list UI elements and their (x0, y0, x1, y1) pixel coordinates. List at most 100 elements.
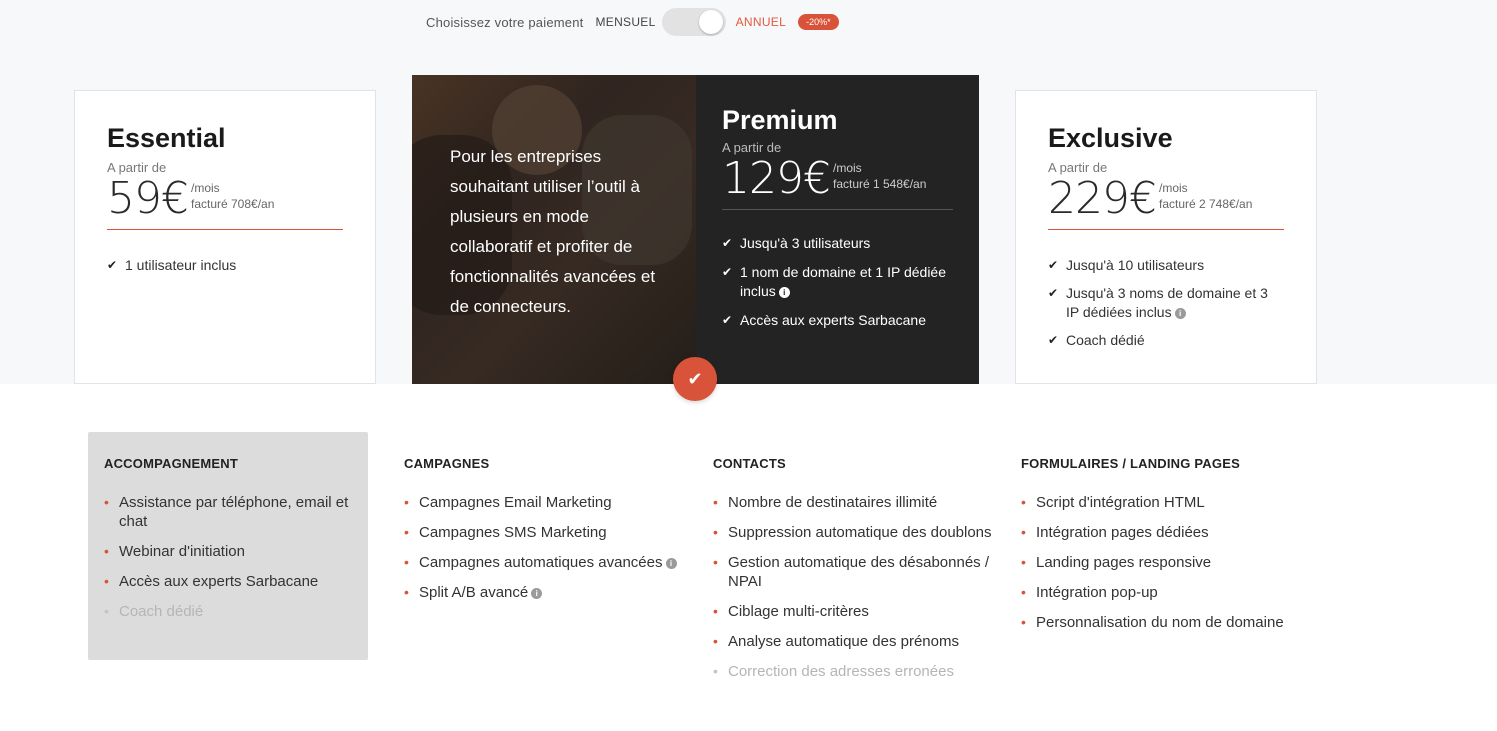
feature-item: ✔ 1 nom de domaine et 1 IP dédiée inclus i (722, 263, 953, 301)
check-icon: ✔ (1048, 286, 1059, 300)
feature-text: 1 utilisateur inclus (125, 257, 237, 273)
plan-card-premium[interactable]: Pour les entreprises souhaitant utiliser… (412, 75, 979, 384)
list-item-text: Campagnes SMS Marketing (419, 524, 607, 541)
premium-description: Pour les entreprises souhaitant utiliser… (450, 147, 656, 316)
list-item-text: Webinar d'initiation (119, 543, 245, 560)
check-icon: ✔ (1048, 333, 1059, 347)
bullet-icon: • (104, 494, 109, 510)
feature-text: 1 nom de domaine et 1 IP dédiée inclus i (740, 263, 953, 301)
discount-badge: -20%* (798, 14, 839, 30)
list-item: • Webinar d'initiation (104, 542, 352, 561)
info-icon[interactable]: i (531, 587, 543, 599)
bullet-icon: • (404, 554, 409, 570)
list-item: • Personnalisation du nom de domaine (1021, 613, 1301, 632)
premium-team-photo: Pour les entreprises souhaitant utiliser… (412, 75, 696, 384)
price-billed: facturé 708€/an (190, 197, 275, 211)
annual-option[interactable]: ANNUEL (736, 15, 786, 29)
list-item-text: Accès aux experts Sarbacane (119, 573, 319, 590)
section-title: CONTACTS (713, 456, 786, 471)
info-icon[interactable]: i (665, 557, 677, 569)
list-item-text: Campagnes automatiques avancées i (419, 553, 677, 572)
selected-plan-check-icon[interactable]: ✔ (673, 357, 717, 401)
list-item: • Suppression automatique des doublons (713, 523, 993, 542)
plan-name: Essential (107, 123, 226, 153)
feature-text: Jusqu'à 3 noms de domaine et 3 IP dédiée… (1066, 284, 1284, 322)
list-item-disabled: • Correction des adresses erronées (713, 662, 993, 681)
bullet-icon: • (713, 524, 718, 540)
list-item: • Nombre de destinataires illimité (713, 493, 993, 512)
bullet-icon: • (1021, 614, 1026, 630)
info-icon[interactable]: i (1174, 307, 1186, 319)
feature-text: Coach dédié (1066, 332, 1145, 348)
list-item-text-part: Campagnes automatiques avancées (419, 554, 663, 571)
plan-card-essential[interactable]: Essential A partir de 59€ /mois facturé … (74, 90, 376, 384)
bullet-icon: • (104, 603, 109, 619)
price-divider (722, 209, 953, 210)
list-item: • Intégration pages dédiées (1021, 523, 1301, 542)
bullet-icon: • (1021, 494, 1026, 510)
section-campagnes: CAMPAGNES • Campagnes Email Marketing • Ca… (404, 432, 684, 613)
list-item: • Ciblage multi-critères (713, 602, 993, 621)
list-item: • Analyse automatique des prénoms (713, 632, 993, 651)
list-item: • Gestion automatique des désabonnés / NP… (713, 553, 993, 591)
monthly-option[interactable]: MENSUEL (595, 15, 655, 29)
list-item-text: Assistance par téléphone, email et chat (119, 494, 349, 530)
list-item-text: Suppression automatique des doublons (728, 524, 992, 541)
price-meta: /mois facturé 1 548€/an (833, 160, 926, 192)
plan-price: 129€ (722, 153, 831, 204)
bullet-icon: • (713, 494, 718, 510)
price-period: /mois (1158, 181, 1188, 195)
list-item: • Campagnes SMS Marketing (404, 523, 684, 542)
price-period: /mois (190, 181, 220, 195)
bullet-icon: • (104, 573, 109, 589)
price-billed: facturé 1 548€/an (832, 177, 927, 191)
list-item-text: Coach dédié (119, 603, 204, 620)
plan-price: 59€ (107, 173, 189, 224)
feature-text: Jusqu'à 3 utilisateurs (740, 235, 871, 251)
price-meta: /mois facturé 708€/an (191, 180, 274, 212)
list-item: • Split A/B avancé i (404, 583, 684, 602)
plan-card-exclusive[interactable]: Exclusive A partir de 229€ /mois facturé… (1015, 90, 1317, 384)
list-item-text-part: Split A/B avancé (419, 584, 529, 601)
section-list: • Script d'intégration HTML • Intégration … (1021, 493, 1301, 632)
list-item-text: Gestion automatique des désabonnés / NPA… (728, 554, 990, 590)
section-list: • Campagnes Email Marketing • Campagnes SM… (404, 493, 684, 602)
section-formulaires: FORMULAIRES / LANDING PAGES • Script d'in… (1021, 432, 1301, 643)
section-list: • Nombre de destinataires illimité • Suppr… (713, 493, 993, 681)
list-item-text: Intégration pages dédiées (1036, 524, 1209, 541)
price-period: /mois (832, 161, 862, 175)
plan-price: 229€ (1048, 173, 1157, 224)
list-item: • Landing pages responsive (1021, 553, 1301, 572)
feature-item: ✔ Accès aux experts Sarbacane (722, 311, 953, 330)
billing-switch-knob[interactable] (698, 10, 723, 34)
list-item-text: Personnalisation du nom de domaine (1036, 614, 1284, 631)
section-title: ACCOMPAGNEMENT (104, 456, 238, 471)
feature-item: ✔ Jusqu'à 10 utilisateurs (1048, 256, 1284, 275)
plan-features: ✔ Jusqu'à 10 utilisateurs ✔ Jusqu'à 3 noms… (1048, 256, 1284, 350)
list-item: • Script d'intégration HTML (1021, 493, 1301, 512)
info-icon[interactable]: i (778, 286, 790, 298)
bullet-icon: • (104, 543, 109, 559)
plan-name: Exclusive (1048, 123, 1173, 153)
billing-label: Choisissez votre paiement (426, 14, 584, 30)
list-item-text: Correction des adresses erronées (728, 663, 954, 680)
list-item-text: Ciblage multi-critères (728, 603, 869, 620)
feature-text: Accès aux experts Sarbacane (740, 312, 926, 328)
plan-features: ✔ Jusqu'à 3 utilisateurs ✔ 1 nom de domain… (722, 234, 953, 330)
feature-item: ✔ Jusqu'à 3 noms de domaine et 3 IP dédié… (1048, 284, 1284, 322)
price-billed: facturé 2 748€/an (1158, 197, 1253, 211)
plan-features: ✔ 1 utilisateur inclus (107, 256, 343, 275)
check-icon: ✔ (722, 265, 733, 279)
billing-switch[interactable] (661, 8, 726, 36)
billing-toggle-bar: Choisissez votre paiement MENSUEL ANNUEL… (426, 8, 839, 36)
plan-name: Premium (722, 105, 838, 135)
section-title: CAMPAGNES (404, 456, 490, 471)
section-accompagnement: ACCOMPAGNEMENT • Assistance par téléphone… (88, 432, 368, 660)
list-item-text: Analyse automatique des prénoms (728, 633, 959, 650)
premium-details: Premium A partir de 129€ /mois facturé 1… (696, 75, 979, 384)
price-row: 59€ /mois facturé 708€/an (107, 177, 343, 221)
price-meta: /mois facturé 2 748€/an (1159, 180, 1252, 212)
bullet-icon: • (713, 603, 718, 619)
bullet-icon: • (713, 554, 718, 570)
feature-text-part: Jusqu'à 3 noms de domaine et 3 IP dédiée… (1066, 285, 1268, 320)
